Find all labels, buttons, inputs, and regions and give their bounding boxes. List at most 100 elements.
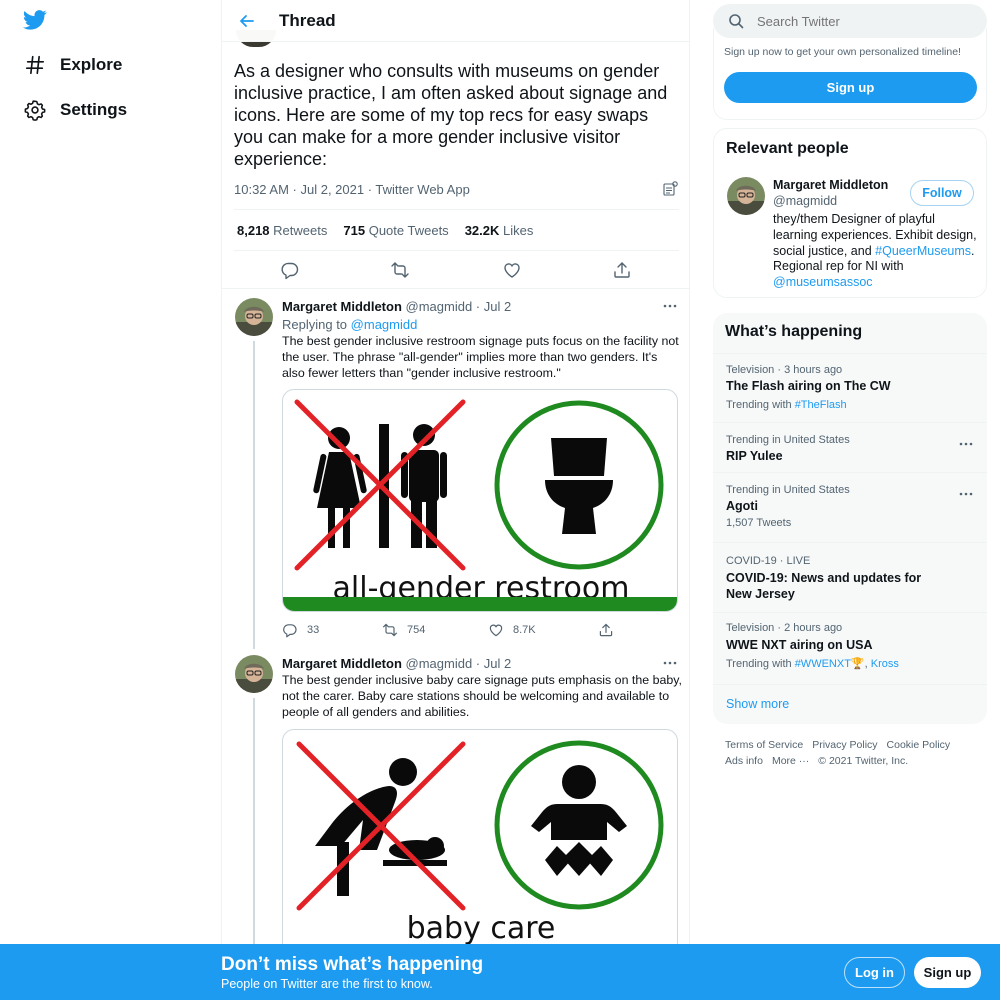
trend-item[interactable]: Trending in United States RIP Yulee: [713, 422, 987, 472]
avatar[interactable]: [235, 298, 273, 336]
search-input[interactable]: [757, 13, 957, 29]
trophy-emoji-icon: 🏆: [850, 658, 865, 670]
trend-item[interactable]: COVID-19 · LIVE COVID-19: News and updat…: [713, 542, 987, 612]
twitter-bird-icon[interactable]: [23, 9, 47, 31]
share-button[interactable]: [598, 622, 614, 638]
more-options-icon[interactable]: [958, 489, 974, 499]
trend-item[interactable]: Television · 3 hours ago The Flash airin…: [713, 353, 987, 422]
reply-icon[interactable]: [280, 260, 300, 280]
replying-to: Replying to @magmidd: [282, 317, 418, 332]
hashtag-link[interactable]: #TheFlash: [795, 399, 847, 411]
person-handle[interactable]: @magmidd: [773, 194, 837, 208]
share-icon[interactable]: [612, 260, 632, 280]
nav-settings[interactable]: Settings: [24, 95, 127, 125]
main-tweet-actions: [234, 258, 679, 282]
sign-caption: baby care: [407, 911, 556, 946]
relevant-people-title: Relevant people: [726, 140, 849, 157]
avatar[interactable]: [727, 177, 765, 215]
trend-link[interactable]: Kross: [871, 658, 899, 670]
back-button[interactable]: [235, 9, 259, 33]
relevant-people-card: Relevant people Margaret Middleton @magm…: [713, 128, 987, 298]
follow-button[interactable]: Follow: [910, 180, 974, 206]
divider: [234, 250, 679, 251]
login-button[interactable]: Log in: [844, 957, 905, 988]
mention-link[interactable]: @magmidd: [351, 317, 418, 332]
red-x-mark: [296, 741, 466, 911]
hashtag-link[interactable]: #WWENXT: [795, 658, 851, 670]
gear-icon: [24, 100, 46, 121]
thread-header: Thread: [222, 0, 689, 42]
baby-icon: [531, 765, 627, 876]
nav-settings-label: Settings: [60, 100, 128, 119]
thread-line: [253, 341, 255, 649]
like-icon[interactable]: [502, 260, 522, 280]
author-handle-date[interactable]: @magmidd · Jul 2: [406, 656, 512, 671]
signup-banner: Don’t miss what’s happening People on Tw…: [0, 944, 1000, 1000]
search-box[interactable]: [713, 4, 987, 38]
retweets-stat[interactable]: 8,218 Retweets: [237, 223, 327, 238]
nav-explore-label: Explore: [60, 55, 123, 74]
person-name[interactable]: Margaret Middleton: [773, 178, 888, 192]
tweet-timestamp[interactable]: 10:32 AM · Jul 2, 2021 · Twitter Web App: [234, 182, 470, 197]
footer-link[interactable]: Cookie Policy: [887, 739, 951, 751]
banner-subtitle: People on Twitter are the first to know.: [221, 977, 433, 991]
reply-text: The best gender inclusive restroom signa…: [282, 334, 679, 380]
trend-item[interactable]: Television · 2 hours ago WWE NXT airing …: [713, 612, 987, 684]
toilet-icon: [545, 438, 613, 534]
reply-header: Margaret Middleton @magmidd · Jul 2: [282, 656, 511, 671]
restroom-sign-image[interactable]: all-gender restroom: [282, 389, 678, 612]
sidebar-signup-button[interactable]: Sign up: [724, 72, 977, 103]
footer-link[interactable]: Terms of Service: [725, 739, 803, 751]
hashtag-icon: [25, 55, 45, 75]
hashtag-link[interactable]: #QueerMuseums: [875, 244, 971, 258]
footer-links: Terms of Service Privacy Policy Cookie Pol…: [725, 738, 985, 769]
trend-item[interactable]: Trending in United States Agoti 1,507 Tw…: [713, 472, 987, 542]
reply-tweet[interactable]: Margaret Middleton @magmidd · Jul 2 The …: [222, 649, 689, 969]
thread-line: [253, 698, 255, 958]
person-bio: they/them Designer of playful learning e…: [773, 212, 977, 290]
right-sidebar: Sign up now to get your own personalized…: [713, 0, 987, 1000]
reply-header: Margaret Middleton @magmidd · Jul 2: [282, 299, 511, 314]
arrow-left-icon: [240, 14, 254, 27]
avatar[interactable]: [235, 655, 273, 693]
main-tweet-text: As a designer who consults with museums …: [234, 61, 668, 169]
thread-column: Thread As a designer who consults with m…: [221, 0, 690, 1000]
author-name[interactable]: Margaret Middleton: [282, 299, 402, 314]
share-icon: [599, 623, 613, 637]
show-more-link[interactable]: Show more: [726, 697, 789, 711]
reply-button[interactable]: 33: [282, 622, 319, 638]
like-icon: [489, 624, 503, 637]
retweet-icon[interactable]: [390, 260, 410, 280]
quote-tweets-stat[interactable]: 715 Quote Tweets: [343, 223, 448, 238]
mention-link[interactable]: @museumsassoc: [773, 275, 873, 289]
author-handle-date[interactable]: @magmidd · Jul 2: [406, 299, 512, 314]
retweet-button[interactable]: 754: [382, 622, 425, 638]
likes-stat[interactable]: 32.2K Likes: [465, 223, 534, 238]
divider: [234, 209, 679, 210]
reply-actions: 33 754 8.7K: [282, 622, 622, 640]
like-button[interactable]: 8.7K: [488, 622, 536, 638]
more-options-icon[interactable]: [662, 658, 678, 668]
author-name[interactable]: Margaret Middleton: [282, 656, 402, 671]
nav-explore[interactable]: Explore: [24, 50, 122, 80]
reply-icon: [283, 624, 297, 638]
signup-card-text: Sign up now to get your own personalized…: [724, 46, 961, 58]
reply-text: The best gender inclusive baby care sign…: [282, 673, 682, 719]
search-icon: [729, 14, 744, 29]
retweet-icon: [383, 623, 397, 637]
signup-card: Sign up now to get your own personalized…: [713, 28, 987, 120]
baby-care-sign-image[interactable]: baby care: [282, 729, 678, 969]
footer-link[interactable]: Ads info: [725, 755, 763, 767]
left-nav: Explore Settings: [0, 0, 221, 1000]
footer-link[interactable]: More ···: [772, 755, 809, 767]
banner-title: Don’t miss what’s happening: [221, 954, 484, 975]
reply-tweet[interactable]: Margaret Middleton @magmidd · Jul 2 Repl…: [222, 289, 689, 649]
more-options-icon[interactable]: [662, 301, 678, 311]
page-title: Thread: [279, 10, 336, 30]
whats-happening-card: What’s happening Television · 3 hours ag…: [713, 313, 987, 724]
signup-button[interactable]: Sign up: [914, 957, 981, 988]
footer-link[interactable]: Privacy Policy: [812, 739, 877, 751]
analytics-icon[interactable]: [662, 181, 678, 197]
more-options-icon[interactable]: [958, 439, 974, 449]
copyright: © 2021 Twitter, Inc.: [818, 754, 909, 767]
